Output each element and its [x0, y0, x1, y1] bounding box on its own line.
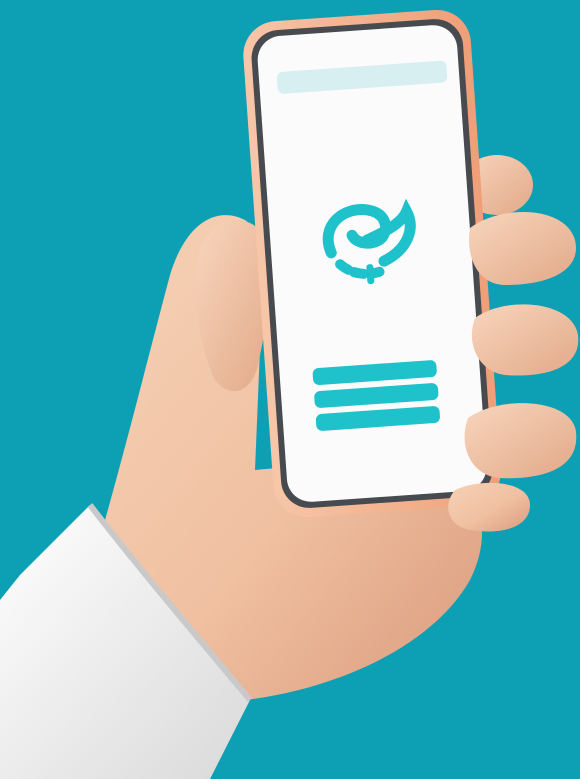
phone-screen: [257, 25, 487, 502]
hand-holding-phone-illustration: [0, 0, 580, 779]
illustration-scene: [0, 0, 580, 779]
phone: [243, 9, 501, 518]
finger-middle: [471, 304, 579, 376]
finger-little: [448, 482, 530, 532]
finger-ring: [464, 403, 577, 479]
